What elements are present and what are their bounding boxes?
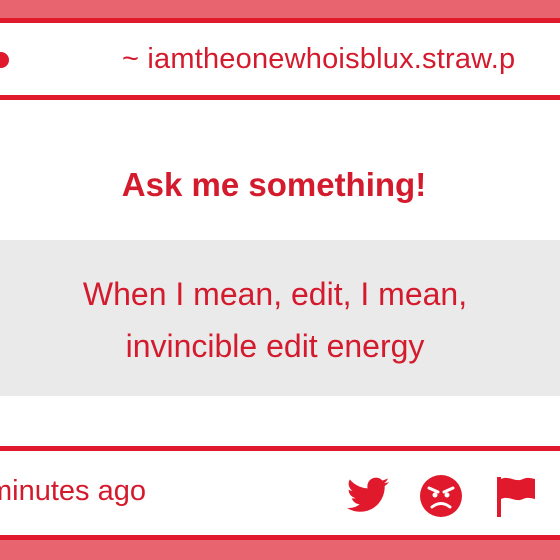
bottom-band	[0, 540, 560, 560]
question-line-1: When I mean, edit, I mean,	[82, 276, 468, 312]
top-band	[0, 0, 560, 18]
card-title: Ask me something!	[121, 166, 427, 203]
question-card: Ask me something! When I mean, edit, I m…	[0, 100, 560, 446]
question-text: When I mean, edit, I mean, invincible ed…	[0, 268, 550, 372]
twitter-icon[interactable]	[345, 473, 391, 519]
address-bar[interactable]: ~ iamtheonewhoisblux.straw.p	[0, 18, 560, 100]
question-line-2: invincible edit energy	[125, 328, 425, 364]
url-text[interactable]: ~ iamtheonewhoisblux.straw.p	[122, 43, 515, 76]
window-dot-icon[interactable]	[0, 52, 9, 68]
timestamp: minutes ago	[0, 475, 146, 507]
footer-bar: minutes ago	[0, 446, 560, 540]
angry-face-icon[interactable]	[418, 473, 464, 519]
page: ~ iamtheonewhoisblux.straw.p Ask me some…	[0, 0, 560, 560]
flag-icon[interactable]	[493, 473, 539, 519]
question-box: When I mean, edit, I mean, invincible ed…	[0, 240, 560, 396]
